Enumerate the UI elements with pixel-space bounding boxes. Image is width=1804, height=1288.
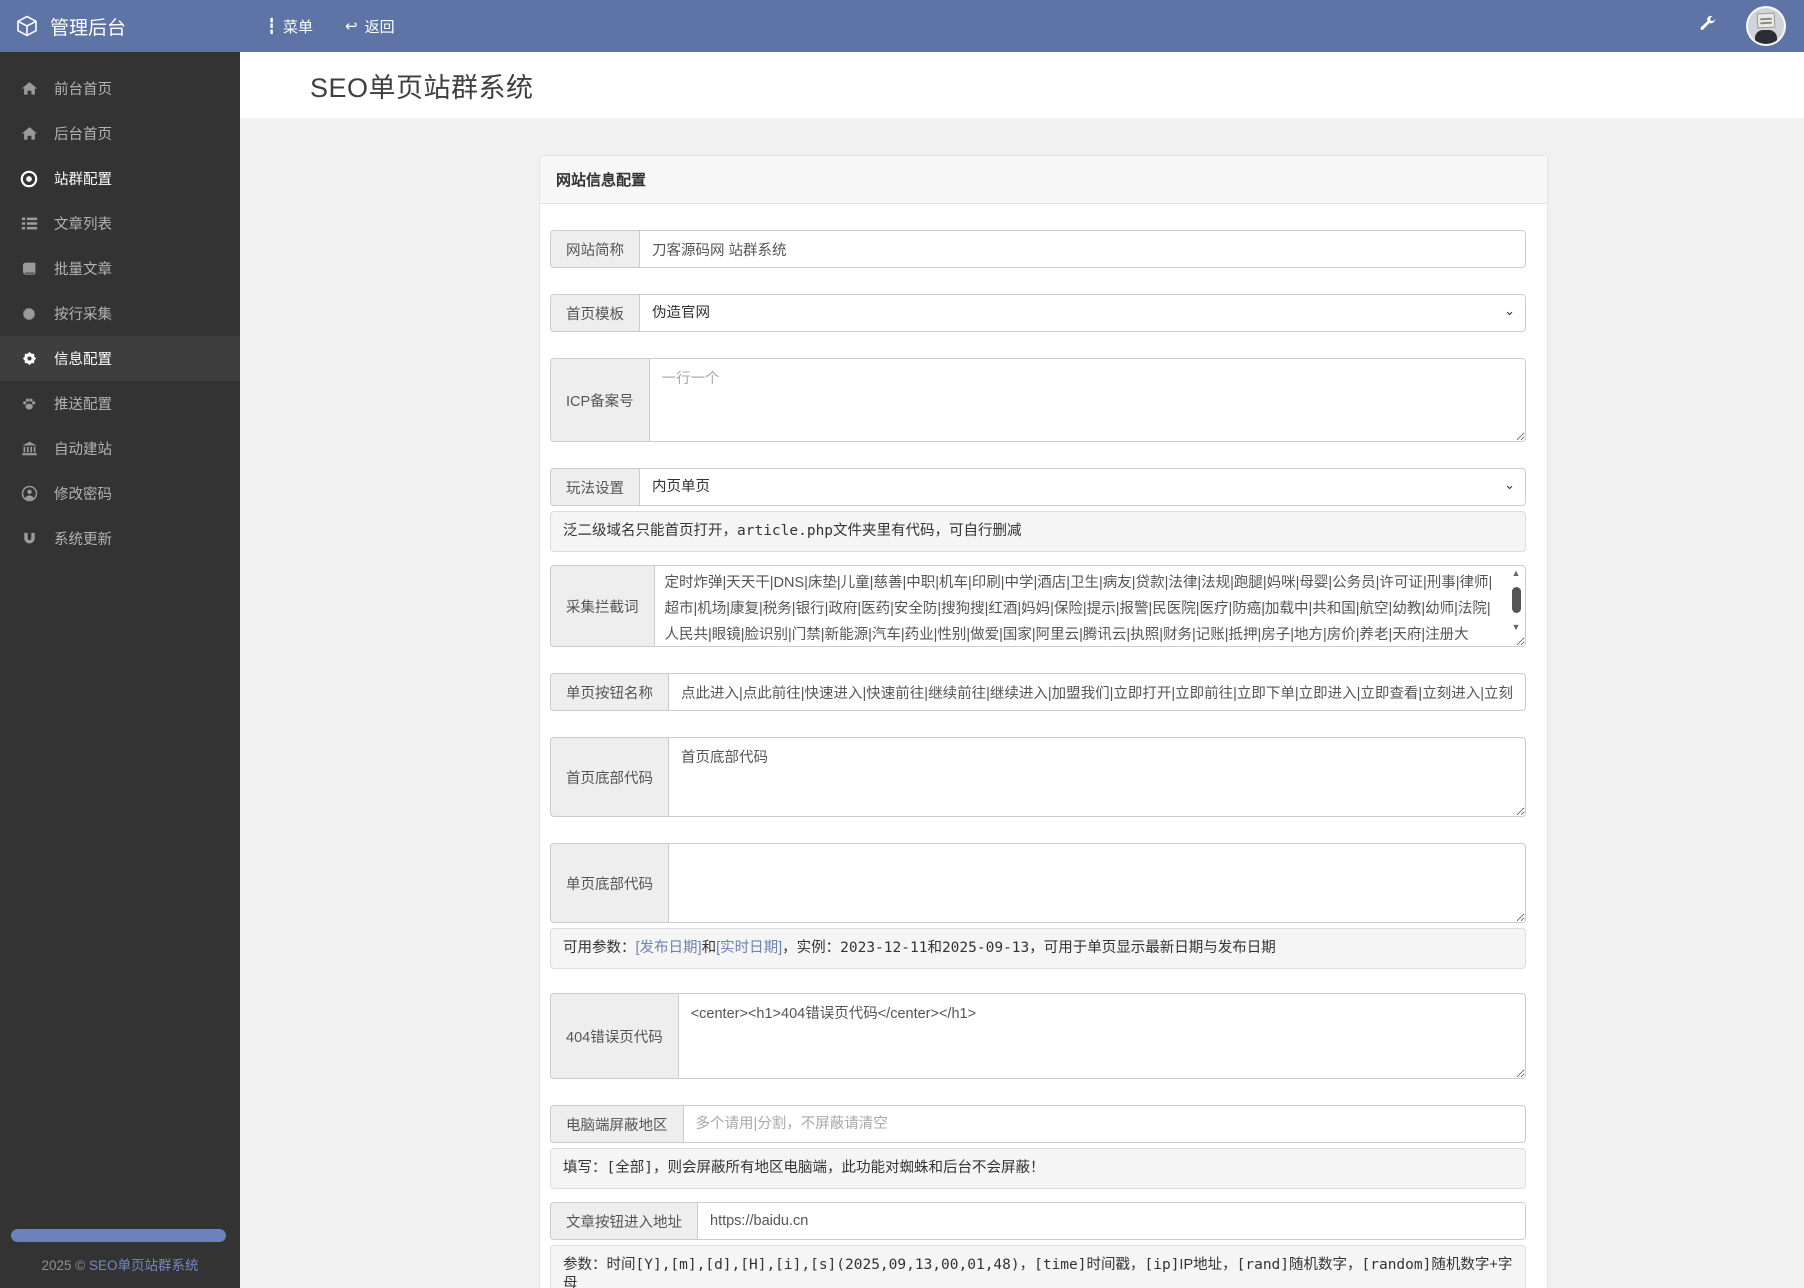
menu-toggle-button[interactable]: ┇ 菜单 <box>254 0 326 52</box>
sidebar-scrollbar[interactable] <box>11 1229 226 1242</box>
icp-label: ICP备案号 <box>550 358 649 442</box>
scrollbar-thumb[interactable] <box>1511 587 1521 613</box>
block-words-textarea[interactable]: 定时炸弹|天天干|DNS|床垫|儿童|慈善|中职|机车|印刷|中学|酒店|卫生|… <box>653 565 1526 647</box>
block-words-label: 采集拦截词 <box>550 565 654 647</box>
sidebar: 前台首页 后台首页 站群配置 文章列表 批量文章 按行采集 信息配置 推送配置 … <box>0 52 240 1288</box>
realtime-date-link[interactable]: [实时日期] <box>716 940 782 956</box>
textarea-scrollbar[interactable]: ▲ ▼ <box>1508 567 1524 633</box>
home-footer-code-textarea[interactable]: 首页底部代码 <box>668 737 1526 817</box>
row-play-mode: 玩法设置 内页单页 ⌄ <box>550 468 1526 506</box>
cube-logo-icon <box>15 14 39 38</box>
row-article-url: 文章按钮进入地址 <box>550 1202 1526 1240</box>
sidebar-item-batch-articles[interactable]: 批量文章 <box>0 246 240 291</box>
article-url-input[interactable] <box>697 1202 1526 1240</box>
home-template-label: 首页模板 <box>550 294 639 332</box>
button-names-input[interactable] <box>668 673 1526 711</box>
content: SEO单页站群系统 网站信息配置 网站简称 首页模板 伪造官网 ⌄ <box>240 52 1804 1288</box>
update-icon <box>19 531 39 546</box>
row-pc-block: 电脑端屏蔽地区 <box>550 1105 1526 1143</box>
site-name-input[interactable] <box>639 230 1526 268</box>
article-url-label: 文章按钮进入地址 <box>550 1202 697 1240</box>
copyright: 2025 © SEO单页站群系统 <box>41 1258 199 1273</box>
paw-icon <box>19 396 39 412</box>
home-icon <box>19 80 39 97</box>
pc-block-label: 电脑端屏蔽地区 <box>550 1105 683 1143</box>
publish-date-link[interactable]: [发布日期] <box>636 940 702 956</box>
gear-icon <box>19 350 39 367</box>
pc-block-input[interactable] <box>682 1105 1526 1143</box>
error404-label: 404错误页代码 <box>550 993 678 1079</box>
wrench-icon[interactable] <box>1698 14 1718 38</box>
page-footer-code-textarea[interactable] <box>668 843 1526 923</box>
url-params-help: 参数：时间[Y],[m],[d],[H],[i],[s](2025,09,13,… <box>550 1245 1526 1288</box>
topbar: 管理后台 ┇ 菜单 ↩ 返回 <box>0 0 1804 52</box>
home-template-select[interactable]: 伪造官网 <box>639 294 1526 332</box>
sidebar-item-front-home[interactable]: 前台首页 <box>0 66 240 111</box>
menu-bars-icon: ┇ <box>267 18 277 35</box>
home-footer-code-label: 首页底部代码 <box>550 737 668 817</box>
sidebar-item-push-config[interactable]: 推送配置 <box>0 381 240 426</box>
sidebar-item-info-config[interactable]: 信息配置 <box>0 336 240 381</box>
home-icon <box>19 125 39 142</box>
sidebar-item-row-collect[interactable]: 按行采集 <box>0 291 240 336</box>
user-avatar[interactable] <box>1746 6 1786 46</box>
date-params-help: 可用参数：[发布日期]和[实时日期]，实例：2023-12-11和2025-09… <box>550 928 1526 969</box>
brand-title: 管理后台 <box>50 17 127 39</box>
row-page-footer-code: 单页底部代码 <box>550 843 1526 923</box>
play-mode-help: 泛二级域名只能首页打开，article.php文件夹里有代码，可自行删减 <box>550 511 1526 552</box>
sidebar-menu: 前台首页 后台首页 站群配置 文章列表 批量文章 按行采集 信息配置 推送配置 … <box>0 52 240 561</box>
sidebar-item-change-password[interactable]: 修改密码 <box>0 471 240 516</box>
site-info-card: 网站信息配置 网站简称 首页模板 伪造官网 ⌄ <box>539 155 1548 1288</box>
row-404-code: 404错误页代码 <center><h1>404错误页代码</center></… <box>550 993 1526 1079</box>
play-mode-label: 玩法设置 <box>550 468 639 506</box>
sidebar-item-admin-home[interactable]: 后台首页 <box>0 111 240 156</box>
sidebar-footer: 2025 © SEO单页站群系统 <box>0 1229 240 1274</box>
bank-icon <box>19 440 39 457</box>
row-button-names: 单页按钮名称 <box>550 673 1526 711</box>
play-mode-select[interactable]: 内页单页 <box>639 468 1526 506</box>
content-header: SEO单页站群系统 <box>240 52 1804 118</box>
list-icon <box>19 215 39 232</box>
content-body: 网站信息配置 网站简称 首页模板 伪造官网 ⌄ <box>240 118 1804 1288</box>
pc-block-help: 填写：[全部]，则会屏蔽所有地区电脑端，此功能对蜘蛛和后台不会屏蔽！ <box>550 1148 1526 1189</box>
error404-textarea[interactable]: <center><h1>404错误页代码</center></h1> <box>677 993 1526 1079</box>
book-icon <box>19 261 39 277</box>
page-footer-code-label: 单页底部代码 <box>550 843 668 923</box>
site-name-label: 网站简称 <box>550 230 639 268</box>
sidebar-item-system-update[interactable]: 系统更新 <box>0 516 240 561</box>
sidebar-item-site-cluster-config[interactable]: 站群配置 <box>0 156 240 201</box>
copyright-link[interactable]: SEO单页站群系统 <box>89 1258 199 1273</box>
chrome-icon <box>19 170 39 188</box>
brand[interactable]: 管理后台 <box>0 0 240 52</box>
row-site-name: 网站简称 <box>550 230 1526 268</box>
button-names-label: 单页按钮名称 <box>550 673 668 711</box>
back-arrow-icon: ↩ <box>345 18 358 35</box>
row-block-words: 采集拦截词 定时炸弹|天天干|DNS|床垫|儿童|慈善|中职|机车|印刷|中学|… <box>550 565 1526 647</box>
topnav: ┇ 菜单 ↩ 返回 <box>240 0 408 52</box>
back-button[interactable]: ↩ 返回 <box>332 0 408 52</box>
topbar-right <box>1698 0 1804 52</box>
scroll-up-icon[interactable]: ▲ <box>1512 568 1521 578</box>
card-body: 网站简称 首页模板 伪造官网 ⌄ ICP备案号 <box>540 204 1547 1288</box>
page-title: SEO单页站群系统 <box>310 72 534 103</box>
icp-textarea[interactable] <box>648 358 1526 442</box>
row-home-template: 首页模板 伪造官网 ⌄ <box>550 294 1526 332</box>
sidebar-item-article-list[interactable]: 文章列表 <box>0 201 240 246</box>
badge-icon <box>19 306 39 322</box>
scroll-down-icon[interactable]: ▼ <box>1512 622 1521 632</box>
sidebar-item-auto-build[interactable]: 自动建站 <box>0 426 240 471</box>
row-icp: ICP备案号 <box>550 358 1526 442</box>
user-icon <box>19 485 39 502</box>
row-home-footer-code: 首页底部代码 首页底部代码 <box>550 737 1526 817</box>
card-header: 网站信息配置 <box>540 156 1547 204</box>
